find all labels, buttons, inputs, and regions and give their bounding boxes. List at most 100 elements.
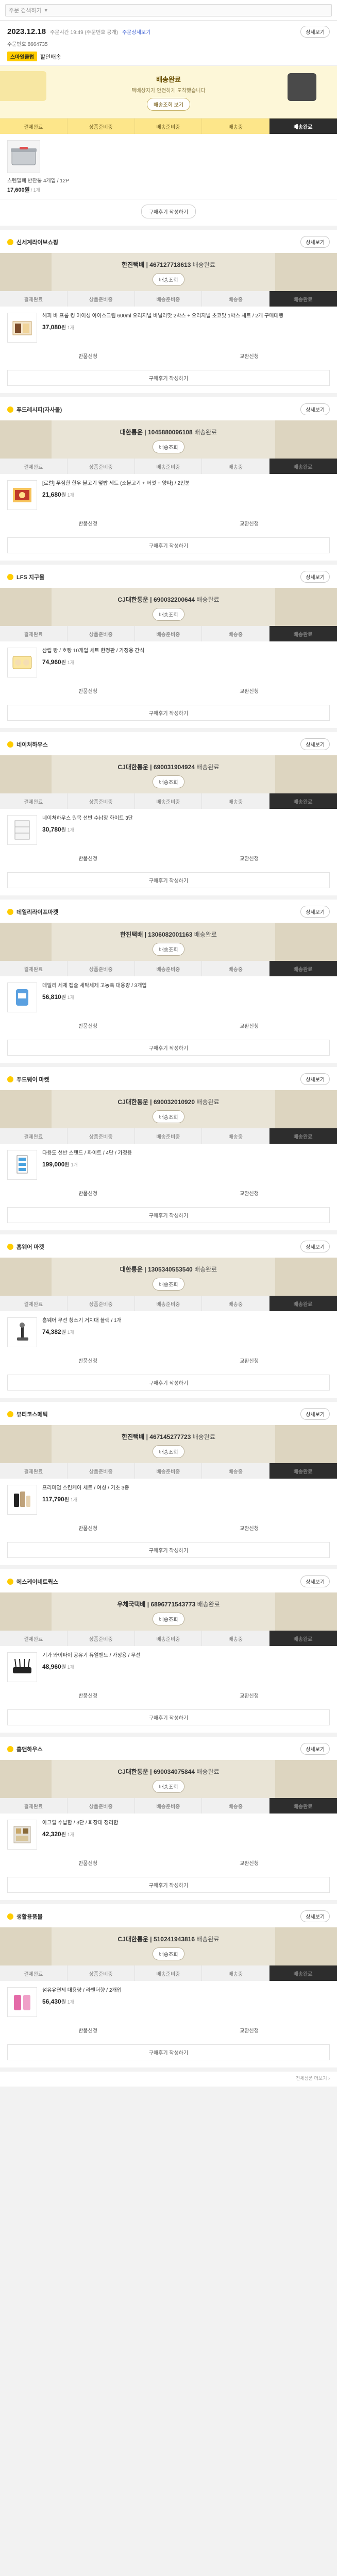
ship-decoration-left	[0, 1760, 52, 1798]
exchange-button[interactable]: 교환신청	[168, 1186, 330, 1200]
return-button[interactable]: 반품신청	[7, 1019, 168, 1032]
product-row[interactable]: 섬유유연제 대용량 / 라벤더향 / 2개입 56,430원 1개	[0, 1981, 337, 2020]
return-button[interactable]: 반품신청	[7, 684, 168, 698]
section-detail-button[interactable]: 상세보기	[300, 1575, 330, 1587]
more-products-link[interactable]: 전체상품 더보기 ›	[0, 2072, 337, 2087]
section-detail-button[interactable]: 상세보기	[300, 738, 330, 750]
return-button[interactable]: 반품신청	[7, 516, 168, 530]
return-button[interactable]: 반품신청	[7, 1186, 168, 1200]
write-review-button[interactable]: 구매후기 작성하기	[141, 205, 196, 218]
product-price: 30,780원 1개	[42, 825, 330, 833]
track-shipment-button[interactable]: 배송조회	[152, 775, 185, 788]
seller-name[interactable]: 데일리라이프마켓	[7, 908, 58, 916]
exchange-button[interactable]: 교환신청	[168, 1353, 330, 1367]
seller-name[interactable]: 푸드레시피(자사몰)	[7, 405, 62, 414]
return-button[interactable]: 반품신청	[7, 1856, 168, 1870]
seller-name[interactable]: 홈웨어 마켓	[7, 1243, 44, 1251]
seller-name[interactable]: 푸드웨이 마켓	[7, 1075, 49, 1083]
write-review-button[interactable]: 구매후기 작성하기	[7, 1877, 330, 1893]
return-button[interactable]: 반품신청	[7, 851, 168, 865]
product-row[interactable]: 아크릴 수납함 / 3단 / 화장대 정리함 42,320원 1개	[0, 1814, 337, 1853]
product-row[interactable]: [로컬] 푸짐한 한우 불고기 덮밥 세트 (소불고기 + 버섯 + 양파) /…	[0, 474, 337, 513]
return-button[interactable]: 반품신청	[7, 1353, 168, 1367]
write-review-button[interactable]: 구매후기 작성하기	[7, 370, 330, 386]
step-item: 배송준비중	[135, 961, 203, 976]
section-detail-button[interactable]: 상세보기	[300, 571, 330, 583]
write-review-button[interactable]: 구매후기 작성하기	[7, 2044, 330, 2060]
track-shipment-button[interactable]: 배송조회	[152, 440, 185, 453]
write-review-button[interactable]: 구매후기 작성하기	[7, 1040, 330, 1056]
search-input[interactable]: 주문 검색하기 ▼	[5, 4, 332, 16]
carrier-info: 우체국택배 | 6896771543773	[117, 1601, 196, 1608]
write-review-button[interactable]: 구매후기 작성하기	[7, 705, 330, 721]
product-row[interactable]: 기가 와이파이 공유기 듀얼밴드 / 가정용 / 무선 48,960원 1개	[0, 1646, 337, 1685]
track-shipment-button[interactable]: 배송조회	[152, 273, 185, 286]
order-detail-link[interactable]: 주문상세보기	[122, 28, 150, 36]
seller-name-text: 신세계라이브쇼핑	[16, 239, 58, 246]
track-shipment-button[interactable]: 배송조회	[152, 943, 185, 956]
write-review-button[interactable]: 구매후기 작성하기	[7, 1375, 330, 1391]
seller-name[interactable]: 신세계라이브쇼핑	[7, 238, 58, 246]
exchange-button[interactable]: 교환신청	[168, 1521, 330, 1535]
product-name: 기가 와이파이 공유기 듀얼밴드 / 가정용 / 무선	[42, 1652, 330, 1660]
return-button[interactable]: 반품신청	[7, 1521, 168, 1535]
exchange-button[interactable]: 교환신청	[168, 1019, 330, 1032]
action-row: 반품신청 교환신청	[0, 1853, 337, 1877]
product-thumbnail	[7, 140, 40, 173]
return-button[interactable]: 반품신청	[7, 1688, 168, 1702]
ship-decoration-right	[275, 1425, 337, 1463]
order-detail-button[interactable]: 상세보기	[300, 26, 330, 38]
product-row[interactable]: 해피 바 프롬 킹 아이싱 아이스크림 600ml 오리지널 바닐라맛 2박스 …	[0, 307, 337, 346]
track-shipment-button[interactable]: 배송조회	[152, 1947, 185, 1960]
exchange-button[interactable]: 교환신청	[168, 684, 330, 698]
seller-name[interactable]: 뷰티코스메틱	[7, 1410, 48, 1418]
carrier-info: 대한통운 | 1305340553540	[120, 1266, 193, 1273]
section-detail-button[interactable]: 상세보기	[300, 1910, 330, 1922]
exchange-button[interactable]: 교환신청	[168, 516, 330, 530]
exchange-button[interactable]: 교환신청	[168, 1688, 330, 1702]
product-row[interactable]: 다용도 선반 스탠드 / 화이트 / 4단 / 가정용 199,000원 1개	[0, 1144, 337, 1183]
track-shipment-button[interactable]: 배송조회	[152, 608, 185, 621]
track-shipment-button[interactable]: 배송조회	[152, 1613, 185, 1625]
product-row[interactable]: 네이처하우스 원목 선반 수납장 화이트 3단 30,780원 1개	[0, 809, 337, 848]
section-detail-button[interactable]: 상세보기	[300, 1408, 330, 1420]
section-detail-button[interactable]: 상세보기	[300, 1241, 330, 1252]
seller-name[interactable]: 에스케이네트웍스	[7, 1578, 58, 1586]
section-detail-button[interactable]: 상세보기	[300, 906, 330, 918]
first-item[interactable]: 스텐밀폐 반찬통 4개입 / 12P 17,600원/ 1개	[0, 134, 337, 199]
write-review-button[interactable]: 구매후기 작성하기	[7, 1709, 330, 1725]
track-shipment-button[interactable]: 배송조회	[152, 1445, 185, 1458]
seller-name[interactable]: 홈앤하우스	[7, 1745, 43, 1753]
write-review-button[interactable]: 구매후기 작성하기	[7, 537, 330, 553]
section-detail-button[interactable]: 상세보기	[300, 403, 330, 415]
exchange-button[interactable]: 교환신청	[168, 1856, 330, 1870]
section-detail-button[interactable]: 상세보기	[300, 236, 330, 248]
section-detail-button[interactable]: 상세보기	[300, 1743, 330, 1755]
product-row[interactable]: 데일리 세제 캡슐 세탁세제 고농축 대용량 / 3개입 56,810원 1개	[0, 976, 337, 1015]
exchange-button[interactable]: 교환신청	[168, 2023, 330, 2037]
return-button[interactable]: 반품신청	[7, 349, 168, 363]
seller-name[interactable]: 생활용품몰	[7, 1912, 43, 1921]
write-review-button[interactable]: 구매후기 작성하기	[7, 1207, 330, 1223]
step-item: 배송중	[202, 1296, 270, 1311]
product-price: 37,080원 1개	[42, 323, 330, 331]
product-row[interactable]: 프리미엄 스킨케어 세트 / 여성 / 기초 3종 117,790원 1개	[0, 1479, 337, 1518]
exchange-button[interactable]: 교환신청	[168, 851, 330, 865]
product-row[interactable]: 삼립 빵 / 호빵 10개입 세트 한정판 / 가정용 간식 74,960원 1개	[0, 641, 337, 681]
step-item: 배송준비중	[135, 1296, 203, 1311]
seller-name[interactable]: LFS 지구몰	[7, 573, 44, 581]
seller-label: 할인배송	[40, 54, 61, 60]
track-shipment-button[interactable]: 배송조회	[152, 1780, 185, 1793]
track-shipment-button[interactable]: 배송조회	[152, 1110, 185, 1123]
seller-name[interactable]: 네이처하우스	[7, 740, 48, 749]
section-detail-button[interactable]: 상세보기	[300, 1073, 330, 1085]
write-review-button[interactable]: 구매후기 작성하기	[7, 872, 330, 888]
write-review-button[interactable]: 구매후기 작성하기	[7, 1542, 330, 1558]
return-button[interactable]: 반품신청	[7, 2023, 168, 2037]
tracking-button[interactable]: 배송조회 보기	[147, 98, 190, 111]
price-unit: 원	[61, 1999, 66, 2005]
exchange-button[interactable]: 교환신청	[168, 349, 330, 363]
product-row[interactable]: 홈웨어 무선 청소기 거치대 블랙 / 1개 74,382원 1개	[0, 1311, 337, 1350]
food-icon	[7, 480, 37, 510]
track-shipment-button[interactable]: 배송조회	[152, 1278, 185, 1291]
